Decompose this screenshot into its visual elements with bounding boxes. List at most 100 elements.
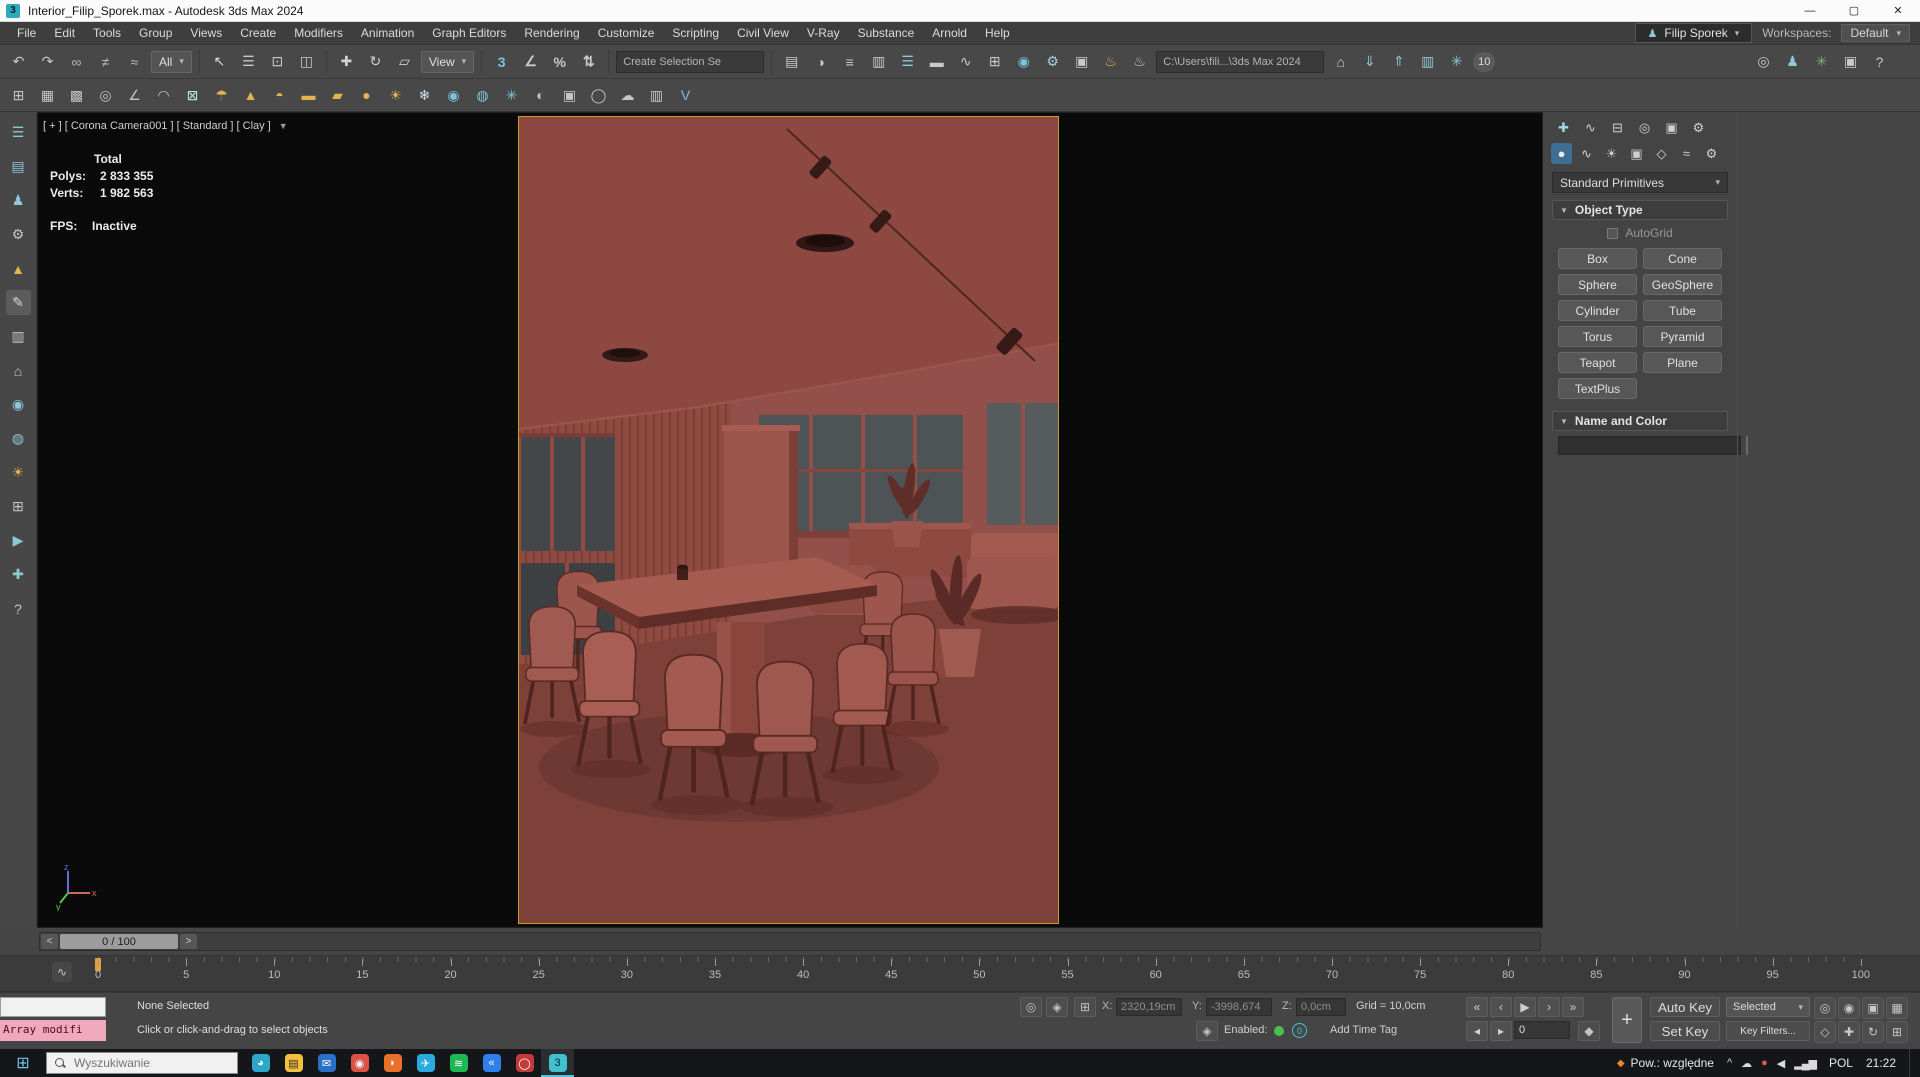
export-icon[interactable]: ⇑ [1386,49,1411,74]
open-script-icon[interactable]: ▥ [1415,49,1440,74]
previous-frame-button[interactable]: < [41,934,58,949]
next-frame-button[interactable]: > [180,934,197,949]
menu-item-8[interactable]: Graph Editors [423,23,515,43]
tab-modify[interactable]: ∿ [1580,117,1601,138]
layer-manager-icon[interactable]: ▥ [866,49,891,74]
primitive-button-7[interactable]: Pyramid [1643,326,1722,347]
time-slider-track[interactable]: < 0 / 100 > [39,932,1541,951]
snap-grid-icon[interactable]: ⊞ [6,83,31,108]
create-key-button[interactable]: + [1612,997,1642,1043]
snaps-toggle-icon[interactable]: 3 [489,49,514,74]
network-icon[interactable]: ▂▄▆ [1794,1057,1817,1070]
compass-icon[interactable]: ◎ [93,83,118,108]
scene-explorer-icon[interactable]: ☰ [6,120,31,145]
scene-explorer-icon[interactable]: ☰ [895,49,920,74]
monitor-icon[interactable]: ▣ [1838,49,1863,74]
primitive-button-4[interactable]: Cylinder [1558,300,1637,321]
start-button[interactable]: ⊞ [0,1049,46,1077]
bind-to-space-warp-icon[interactable]: ≈ [122,49,147,74]
render-iterative-icon[interactable]: ♨ [1127,49,1152,74]
menu-item-5[interactable]: Create [231,23,285,43]
isolate-selection-icon[interactable]: ◎ [1020,997,1042,1017]
curve-editor-icon[interactable]: ∿ [953,49,978,74]
menu-item-13[interactable]: V-Ray [798,23,849,43]
import-icon[interactable]: ⇓ [1357,49,1382,74]
modeling-ribbon-icon[interactable]: ▦ [35,83,60,108]
schematic-view-icon[interactable]: ⊞ [982,49,1007,74]
menu-item-1[interactable]: Edit [45,23,84,43]
environment-icon[interactable]: ☁ [615,83,640,108]
primitive-button-3[interactable]: GeoSphere [1643,274,1722,295]
light-icon[interactable]: ☀ [6,460,31,485]
film-camera-icon[interactable]: ⊠ [180,83,205,108]
maximize-viewport-icon[interactable]: ⊞ [1886,1021,1908,1043]
enabled-indicator[interactable] [1274,1026,1284,1036]
render-production-icon[interactable]: ♨ [1098,49,1123,74]
tab-utilities[interactable]: ⚙ [1688,117,1709,138]
add-icon[interactable]: ✚ [6,562,31,587]
maximize-button[interactable]: ▢ [1832,0,1876,21]
batch-render-icon[interactable]: ▥ [644,83,669,108]
align-icon[interactable]: ≡ [837,49,862,74]
pencil-icon[interactable]: ✎ [5,290,31,315]
viewport[interactable]: [ + ] [ Corona Camera001 ] [ Standard ] … [37,112,1543,928]
category-systems[interactable]: ⚙ [1701,143,1722,164]
time-slider-handle[interactable]: 0 / 100 [60,934,178,949]
taskbar-search[interactable] [46,1052,238,1074]
ribb0n-toggle-icon[interactable]: ▬ [924,49,949,74]
select-and-move-icon[interactable]: ✚ [334,49,359,74]
soft-selection-icon[interactable]: ◍ [470,83,495,108]
menu-item-3[interactable]: Group [130,23,181,43]
select-object-icon[interactable]: ↖ [207,49,232,74]
menu-item-10[interactable]: Customize [589,23,664,43]
add-time-tag[interactable]: Add Time Tag [1330,1024,1397,1036]
glass-sphere-icon[interactable]: ◉ [441,83,466,108]
lens-effects-icon[interactable]: ◯ [586,83,611,108]
category-helpers[interactable]: ◇ [1651,143,1672,164]
percent-snap-icon[interactable]: % [547,49,572,74]
minimize-button[interactable]: — [1788,0,1832,21]
area-light-icon[interactable]: ▬ [296,83,321,108]
object-type-header[interactable]: ▼ Object Type [1552,200,1728,220]
primitive-button-1[interactable]: Cone [1643,248,1722,269]
close-button[interactable]: ✕ [1876,0,1920,21]
z-coordinate-field[interactable] [1296,998,1346,1016]
select-and-scale-icon[interactable]: ▱ [392,49,417,74]
tab-display[interactable]: ▣ [1661,117,1682,138]
previous-key-button[interactable]: ‹ [1490,997,1512,1017]
x-coordinate-field[interactable] [1116,998,1182,1016]
reference-coordinate-dropdown[interactable]: View ▾ [420,50,475,73]
physical-camera-icon[interactable]: ▣ [557,83,582,108]
spotify-icon[interactable]: ≋ [442,1049,475,1077]
current-frame-spinner[interactable] [1514,1021,1570,1039]
previous-frame-step-button[interactable]: ◂ [1466,1021,1488,1041]
rendered-frame-icon[interactable]: ▣ [1069,49,1094,74]
render-setup-icon[interactable]: ⚙ [1040,49,1065,74]
layer-explorer-icon[interactable]: ▤ [6,154,31,179]
set-key-button[interactable]: Set Key [1650,1021,1720,1041]
sphere-light-icon[interactable]: ● [354,83,379,108]
project-path-field[interactable] [1156,50,1325,73]
edit-named-selections-icon[interactable]: ▤ [779,49,804,74]
show-desktop-button[interactable] [1909,1049,1914,1077]
grid-icon[interactable]: ⊞ [6,494,31,519]
notes-icon[interactable]: ▥ [6,324,31,349]
name-color-header[interactable]: ▼ Name and Color [1552,411,1728,431]
dome-light-icon[interactable]: ◓ [267,83,292,108]
menu-item-12[interactable]: Civil View [728,23,798,43]
select-and-link-icon[interactable]: ∞ [64,49,89,74]
forest-icon[interactable]: ✳ [1809,49,1834,74]
primitive-button-0[interactable]: Box [1558,248,1637,269]
angle-snap-icon[interactable]: ∠ [518,49,543,74]
menu-item-16[interactable]: Help [976,23,1019,43]
file-explorer-icon[interactable]: ▤ [277,1049,310,1077]
umbrella-light-icon[interactable]: ☂ [209,83,234,108]
go-to-end-button[interactable]: » [1562,997,1584,1017]
character-icon[interactable]: ♟ [6,188,31,213]
track-bar[interactable]: ∿ 0 5 10 15 20 25 30 35 40 45 50 55 60 65 70 75 80 85 90 95… [0,955,1920,992]
security-tools-badge[interactable]: 10 [1473,51,1496,72]
menu-item-4[interactable]: Views [181,23,231,43]
measure-icon[interactable]: ∠ [122,83,147,108]
help-icon[interactable]: ? [1867,49,1892,74]
selection-lock-icon[interactable]: ◈ [1046,997,1068,1017]
